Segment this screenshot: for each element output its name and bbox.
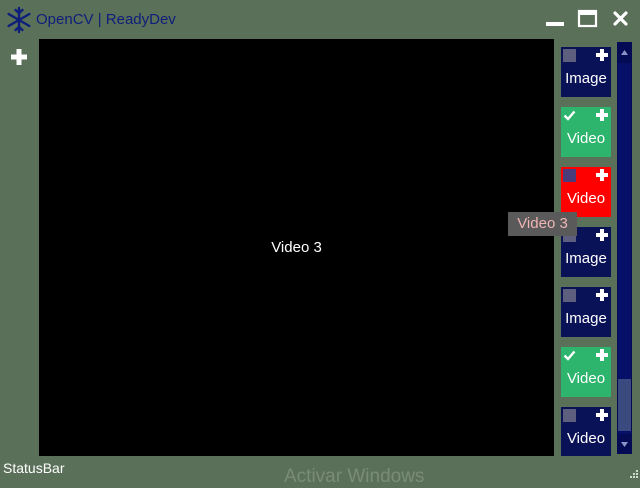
thumbnail-item[interactable]: Video bbox=[561, 167, 611, 217]
vertical-scrollbar[interactable] bbox=[617, 42, 632, 454]
plus-icon[interactable] bbox=[596, 109, 608, 121]
thumbnail-item[interactable]: Image bbox=[561, 47, 611, 97]
title-bar: OpenCV | ReadyDev bbox=[0, 0, 640, 38]
window-title: OpenCV | ReadyDev bbox=[36, 11, 176, 28]
video-label: Video 3 bbox=[271, 239, 322, 256]
thumbnail-label: Video bbox=[566, 190, 606, 207]
plus-icon[interactable] bbox=[596, 49, 608, 61]
thumbnail-label: Image bbox=[565, 250, 607, 267]
checkbox[interactable] bbox=[563, 169, 576, 182]
plus-icon[interactable] bbox=[596, 349, 608, 361]
plus-icon[interactable] bbox=[596, 229, 608, 241]
thumbnail-label: Image bbox=[565, 310, 607, 327]
checkbox[interactable] bbox=[563, 49, 576, 62]
plus-icon[interactable] bbox=[596, 289, 608, 301]
activation-watermark: Activar Windows bbox=[284, 466, 425, 487]
arrow-down-icon bbox=[621, 442, 628, 447]
thumbnail-label: Video bbox=[566, 370, 606, 387]
thumbnail-label: Image bbox=[565, 70, 607, 87]
checkbox[interactable] bbox=[563, 289, 576, 302]
thumbnail-item[interactable]: Video bbox=[561, 347, 611, 397]
plus-icon[interactable] bbox=[596, 409, 608, 421]
resize-grip-icon[interactable] bbox=[630, 470, 639, 479]
checkmark-icon[interactable] bbox=[563, 349, 576, 362]
thumbnail-item[interactable]: Video bbox=[561, 407, 611, 456]
thumbnail-list: Image Video Video Image Image Video Video bbox=[557, 42, 615, 456]
maximize-icon[interactable] bbox=[577, 9, 599, 29]
snowflake-icon bbox=[7, 6, 31, 34]
checkbox[interactable] bbox=[563, 409, 576, 422]
status-bar: StatusBar bbox=[3, 460, 65, 476]
thumbnail-item[interactable]: Image bbox=[561, 287, 611, 337]
minimize-icon[interactable] bbox=[544, 9, 566, 29]
thumbnail-label: Video bbox=[566, 130, 606, 147]
add-button[interactable] bbox=[10, 48, 28, 66]
checkmark-icon[interactable] bbox=[563, 109, 576, 122]
tooltip: Video 3 bbox=[508, 212, 577, 236]
arrow-up-icon bbox=[621, 50, 628, 55]
scroll-thumb[interactable] bbox=[618, 379, 631, 431]
scroll-down-button[interactable] bbox=[617, 434, 632, 454]
video-display: Video 3 bbox=[39, 39, 554, 456]
plus-icon[interactable] bbox=[596, 169, 608, 181]
thumbnail-label: Video bbox=[566, 430, 606, 447]
thumbnail-item[interactable]: Video bbox=[561, 107, 611, 157]
close-icon[interactable] bbox=[610, 9, 632, 29]
scroll-up-button[interactable] bbox=[617, 42, 632, 62]
